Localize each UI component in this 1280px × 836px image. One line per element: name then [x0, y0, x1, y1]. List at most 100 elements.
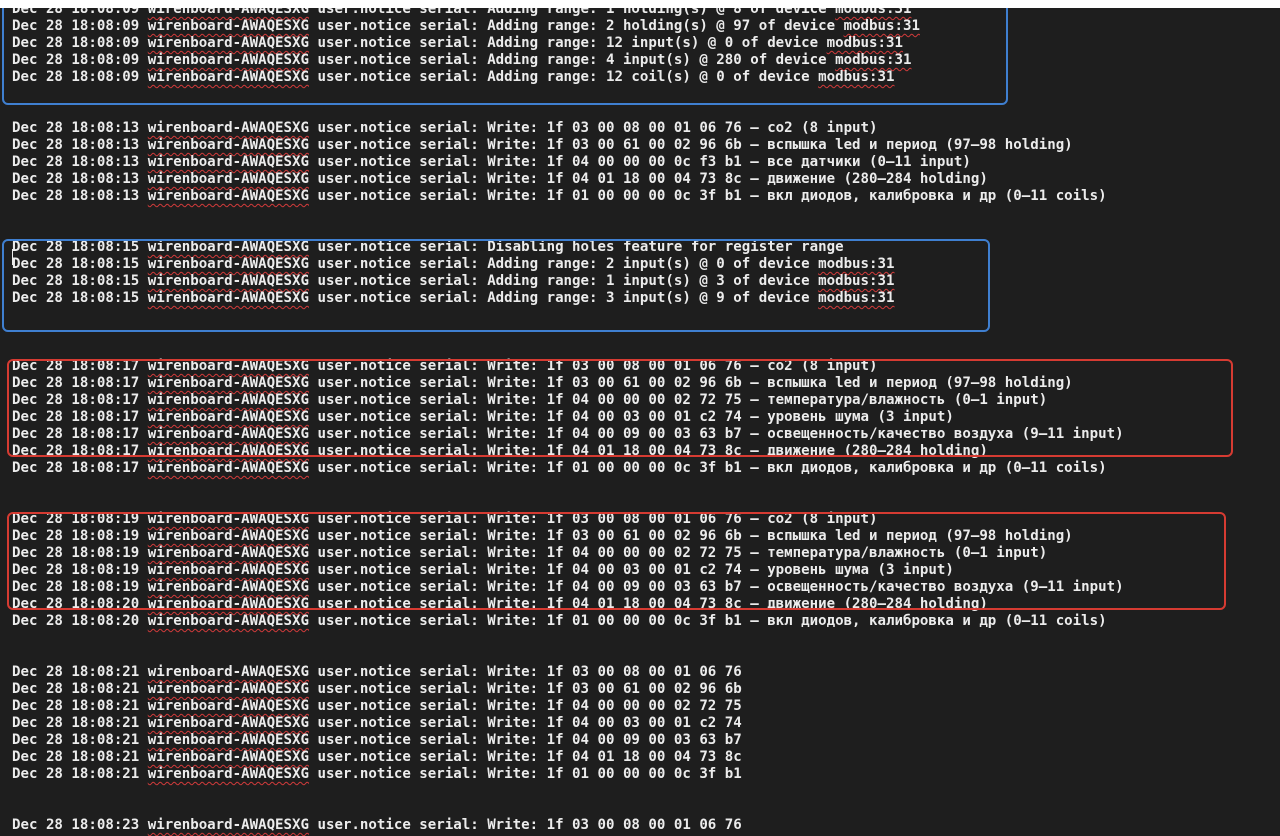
log-line: Dec 28 18:08:09 wirenboard-AWAQESXG user…: [12, 8, 911, 18]
log-line: Dec 28 18:08:20 wirenboard-AWAQESXG user…: [12, 596, 988, 613]
log-device: modbus:31: [818, 290, 895, 306]
log-device: modbus:31: [843, 18, 920, 34]
log-hostname: wirenboard-AWAQESXG: [147, 239, 309, 255]
log-line: Dec 28 18:08:17 wirenboard-AWAQESXG user…: [12, 443, 988, 460]
log-hostname: wirenboard-AWAQESXG: [147, 171, 309, 187]
log-hostname: wirenboard-AWAQESXG: [147, 35, 309, 51]
log-timestamp: Dec 28 18:08:13: [12, 120, 140, 136]
log-hostname: wirenboard-AWAQESXG: [147, 664, 309, 680]
log-timestamp: Dec 28 18:08:09: [12, 18, 140, 34]
log-line: Dec 28 18:08:17 wirenboard-AWAQESXG user…: [12, 358, 878, 375]
log-timestamp: Dec 28 18:08:15: [12, 290, 140, 306]
log-hostname: wirenboard-AWAQESXG: [147, 8, 309, 17]
log-hostname: wirenboard-AWAQESXG: [147, 579, 309, 595]
log-line: Dec 28 18:08:13 wirenboard-AWAQESXG user…: [12, 120, 878, 137]
log-message: user.notice serial: Disabling holes feat…: [309, 239, 844, 255]
log-message: user.notice serial: Adding range: 1 hold…: [309, 8, 836, 17]
log-hostname: wirenboard-AWAQESXG: [147, 732, 309, 748]
log-message: user.notice serial: Write: 1f 03 00 08 0…: [309, 120, 878, 136]
log-line: Dec 28 18:08:21 wirenboard-AWAQESXG user…: [12, 664, 742, 681]
log-message: user.notice serial: Write: 1f 04 00 00 0…: [309, 545, 1048, 561]
log-timestamp: Dec 28 18:08:17: [12, 375, 140, 391]
log-timestamp: Dec 28 18:08:20: [12, 596, 140, 612]
log-timestamp: Dec 28 18:08:19: [12, 528, 140, 544]
log-timestamp: Dec 28 18:08:13: [12, 188, 140, 204]
log-line: Dec 28 18:08:21 wirenboard-AWAQESXG user…: [12, 681, 742, 698]
log-line: Dec 28 18:08:21 wirenboard-AWAQESXG user…: [12, 766, 742, 783]
log-timestamp: Dec 28 18:08:15: [12, 256, 140, 272]
log-line: Dec 28 18:08:15 wirenboard-AWAQESXG user…: [12, 273, 894, 290]
terminal-window[interactable]: Dec 28 18:08:09 wirenboard-AWAQESXG user…: [0, 8, 1280, 836]
log-timestamp: Dec 28 18:08:21: [12, 715, 140, 731]
log-line: Dec 28 18:08:15 wirenboard-AWAQESXG user…: [12, 256, 894, 273]
log-hostname: wirenboard-AWAQESXG: [147, 256, 309, 272]
log-message: user.notice serial: Write: 1f 03 00 61 0…: [309, 375, 1073, 391]
log-message: user.notice serial: Write: 1f 04 01 18 0…: [309, 596, 988, 612]
log-timestamp: Dec 28 18:08:21: [12, 766, 140, 782]
log-hostname: wirenboard-AWAQESXG: [147, 392, 309, 408]
log-hostname: wirenboard-AWAQESXG: [147, 766, 309, 782]
log-hostname: wirenboard-AWAQESXG: [147, 69, 309, 85]
log-device: modbus:31: [835, 8, 912, 17]
log-timestamp: Dec 28 18:08:19: [12, 511, 140, 527]
log-message: user.notice serial: Write: 1f 01 00 00 0…: [309, 460, 1107, 476]
log-hostname: wirenboard-AWAQESXG: [147, 817, 309, 833]
log-hostname: wirenboard-AWAQESXG: [147, 460, 309, 476]
log-message: user.notice serial: Write: 1f 01 00 00 0…: [309, 766, 742, 782]
log-line: Dec 28 18:08:17 wirenboard-AWAQESXG user…: [12, 392, 1047, 409]
log-timestamp: Dec 28 18:08:09: [12, 35, 140, 51]
log-message: user.notice serial: Adding range: 2 hold…: [309, 18, 844, 34]
log-hostname: wirenboard-AWAQESXG: [147, 18, 309, 34]
log-line: Dec 28 18:08:15 wirenboard-AWAQESXG user…: [12, 239, 844, 256]
log-timestamp: Dec 28 18:08:09: [12, 8, 140, 17]
log-line: Dec 28 18:08:20 wirenboard-AWAQESXG user…: [12, 613, 1107, 630]
log-hostname: wirenboard-AWAQESXG: [147, 52, 309, 68]
log-message: user.notice serial: Write: 1f 04 00 03 0…: [309, 409, 954, 425]
log-timestamp: Dec 28 18:08:13: [12, 137, 140, 153]
log-hostname: wirenboard-AWAQESXG: [147, 749, 309, 765]
log-message: user.notice serial: Write: 1f 03 00 08 0…: [309, 358, 878, 374]
log-line: Dec 28 18:08:13 wirenboard-AWAQESXG user…: [12, 188, 1107, 205]
log-hostname: wirenboard-AWAQESXG: [147, 511, 309, 527]
log-message: user.notice serial: Write: 1f 01 00 00 0…: [309, 613, 1107, 629]
log-hostname: wirenboard-AWAQESXG: [147, 409, 309, 425]
log-device: modbus:31: [818, 256, 895, 272]
log-line: Dec 28 18:08:21 wirenboard-AWAQESXG user…: [12, 698, 742, 715]
log-hostname: wirenboard-AWAQESXG: [147, 545, 309, 561]
log-line: Dec 28 18:08:21 wirenboard-AWAQESXG user…: [12, 749, 742, 766]
log-message: user.notice serial: Write: 1f 04 00 03 0…: [309, 715, 742, 731]
log-line: Dec 28 18:08:09 wirenboard-AWAQESXG user…: [12, 35, 903, 52]
log-message: user.notice serial: Write: 1f 03 00 08 0…: [309, 511, 878, 527]
log-line: Dec 28 18:08:19 wirenboard-AWAQESXG user…: [12, 562, 954, 579]
log-timestamp: Dec 28 18:08:23: [12, 817, 140, 833]
log-message: user.notice serial: Write: 1f 03 00 61 0…: [309, 528, 1073, 544]
log-timestamp: Dec 28 18:08:20: [12, 613, 140, 629]
log-line: Dec 28 18:08:17 wirenboard-AWAQESXG user…: [12, 426, 1124, 443]
log-message: user.notice serial: Write: 1f 03 00 61 0…: [309, 681, 742, 697]
log-line: Dec 28 18:08:09 wirenboard-AWAQESXG user…: [12, 52, 911, 69]
log-line: Dec 28 18:08:13 wirenboard-AWAQESXG user…: [12, 171, 988, 188]
log-device: modbus:31: [835, 52, 912, 68]
log-message: user.notice serial: Write: 1f 04 00 03 0…: [309, 562, 954, 578]
log-hostname: wirenboard-AWAQESXG: [147, 596, 309, 612]
log-timestamp: Dec 28 18:08:13: [12, 171, 140, 187]
log-device: modbus:31: [818, 69, 895, 85]
log-hostname: wirenboard-AWAQESXG: [147, 290, 309, 306]
log-hostname: wirenboard-AWAQESXG: [147, 698, 309, 714]
log-timestamp: Dec 28 18:08:17: [12, 358, 140, 374]
log-timestamp: Dec 28 18:08:15: [12, 239, 140, 255]
log-message: user.notice serial: Adding range: 12 inp…: [309, 35, 827, 51]
log-hostname: wirenboard-AWAQESXG: [147, 426, 309, 442]
log-hostname: wirenboard-AWAQESXG: [147, 120, 309, 136]
log-timestamp: Dec 28 18:08:15: [12, 273, 140, 289]
log-timestamp: Dec 28 18:08:19: [12, 579, 140, 595]
log-hostname: wirenboard-AWAQESXG: [147, 562, 309, 578]
log-timestamp: Dec 28 18:08:17: [12, 392, 140, 408]
log-message: user.notice serial: Write: 1f 04 00 00 0…: [309, 392, 1048, 408]
log-message: user.notice serial: Write: 1f 04 01 18 0…: [309, 171, 988, 187]
log-message: user.notice serial: Adding range: 1 inpu…: [309, 273, 819, 289]
log-line: Dec 28 18:08:13 wirenboard-AWAQESXG user…: [12, 154, 971, 171]
log-message: user.notice serial: Write: 1f 04 00 09 0…: [309, 426, 1124, 442]
log-hostname: wirenboard-AWAQESXG: [147, 137, 309, 153]
log-line: Dec 28 18:08:19 wirenboard-AWAQESXG user…: [12, 528, 1073, 545]
